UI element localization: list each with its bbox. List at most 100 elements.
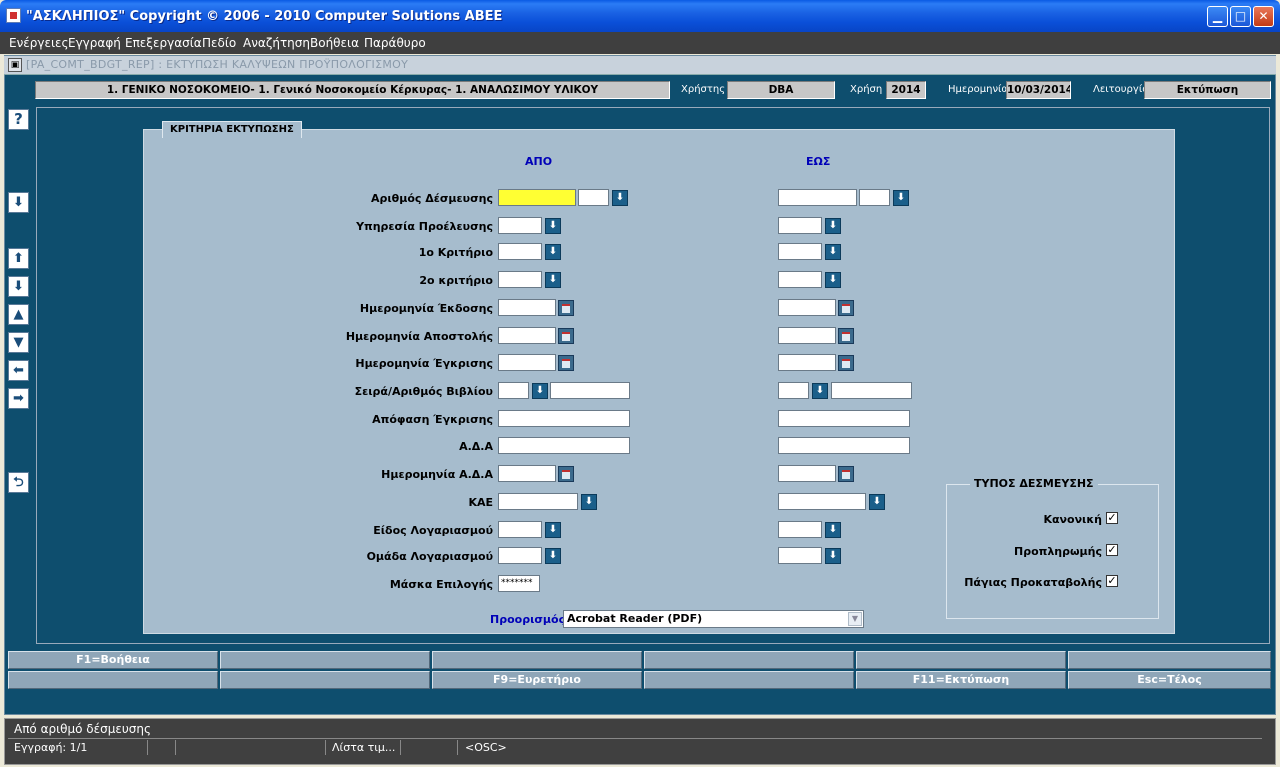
approval-decision-to-input[interactable] bbox=[778, 410, 910, 427]
fkey-slot-2-4[interactable] bbox=[644, 671, 854, 689]
commitment-no-from-lov-icon[interactable]: ⬇ bbox=[612, 190, 628, 206]
fkey-slot-1-5[interactable] bbox=[856, 651, 1066, 669]
criterion2-to-lov-icon[interactable]: ⬇ bbox=[825, 272, 841, 288]
last-record-button[interactable]: ⬇ bbox=[8, 276, 29, 297]
origin-service-from-input[interactable] bbox=[498, 217, 542, 234]
ada-from-input[interactable] bbox=[498, 437, 630, 454]
selection-mask-input[interactable]: ******* bbox=[498, 575, 540, 592]
close-button[interactable]: ✕ bbox=[1253, 6, 1274, 27]
fkey-slot-1-4[interactable] bbox=[644, 651, 854, 669]
fkey-slot-1-3[interactable] bbox=[432, 651, 642, 669]
account-group-to-input[interactable] bbox=[778, 547, 822, 564]
fkey-print-button[interactable]: F11=Εκτύπωση bbox=[856, 671, 1066, 689]
book-number-from-input[interactable] bbox=[550, 382, 630, 399]
send-date-to-input[interactable] bbox=[778, 327, 836, 344]
origin-service-to-input[interactable] bbox=[778, 217, 822, 234]
account-group-label: Ομάδα Λογαριασμού bbox=[366, 550, 493, 563]
approval-date-to-input[interactable] bbox=[778, 354, 836, 371]
destination-select[interactable]: Acrobat Reader (PDF) bbox=[563, 610, 864, 628]
issue-date-from-calendar-icon[interactable] bbox=[558, 300, 574, 316]
issue-date-from-input[interactable] bbox=[498, 299, 556, 316]
commitment-no-to-lov-icon[interactable]: ⬇ bbox=[893, 190, 909, 206]
issue-date-to-calendar-icon[interactable] bbox=[838, 300, 854, 316]
minimize-button[interactable]: ▁ bbox=[1207, 6, 1228, 27]
status-message: Από αριθμό δέσμευσης bbox=[14, 722, 152, 736]
checkbox-normal[interactable]: ✓ bbox=[1106, 512, 1118, 524]
book-series-from-input[interactable] bbox=[498, 382, 529, 399]
account-group-to-lov-icon[interactable]: ⬇ bbox=[825, 548, 841, 564]
fkey-exit-button[interactable]: Esc=Τέλος bbox=[1068, 671, 1271, 689]
ada-date-from-input[interactable] bbox=[498, 465, 556, 482]
ada-date-from-calendar-icon[interactable] bbox=[558, 466, 574, 482]
kae-to-lov-icon[interactable]: ⬇ bbox=[869, 494, 885, 510]
exit-button[interactable]: ⮌ bbox=[8, 472, 29, 493]
approval-decision-from-input[interactable] bbox=[498, 410, 630, 427]
kae-from-input[interactable] bbox=[498, 493, 578, 510]
first-record-button[interactable]: ⬆ bbox=[8, 248, 29, 269]
menu-help[interactable]: Βοήθεια bbox=[310, 36, 359, 50]
selection-mask-label: Μάσκα Επιλογής bbox=[389, 578, 493, 591]
account-type-from-input[interactable] bbox=[498, 521, 542, 538]
book-series-to-input[interactable] bbox=[778, 382, 809, 399]
fkey-help-button[interactable]: F1=Βοήθεια bbox=[8, 651, 218, 669]
menu-search[interactable]: Αναζήτηση bbox=[243, 36, 310, 50]
account-type-to-lov-icon[interactable]: ⬇ bbox=[825, 522, 841, 538]
previous-record-button[interactable]: ▲ bbox=[8, 304, 29, 325]
account-group-from-input[interactable] bbox=[498, 547, 542, 564]
menu-window[interactable]: Παράθυρο bbox=[364, 36, 426, 50]
previous-field-button[interactable]: ⬅ bbox=[8, 360, 29, 381]
maximize-button[interactable]: □ bbox=[1230, 6, 1251, 27]
lov-down-button[interactable]: ⬇ bbox=[8, 192, 29, 213]
issue-date-to-input[interactable] bbox=[778, 299, 836, 316]
next-record-button[interactable]: ▼ bbox=[8, 332, 29, 353]
checkbox-fixed-advance[interactable]: ✓ bbox=[1106, 575, 1118, 587]
fkey-slot-2-2[interactable] bbox=[220, 671, 430, 689]
commitment-no-to-suffix-input[interactable] bbox=[859, 189, 890, 206]
criterion1-from-input[interactable] bbox=[498, 243, 542, 260]
destination-dropdown-icon[interactable]: ▼ bbox=[848, 612, 862, 626]
fkey-index-button[interactable]: F9=Ευρετήριο bbox=[432, 671, 642, 689]
ada-to-input[interactable] bbox=[778, 437, 910, 454]
ada-date-to-calendar-icon[interactable] bbox=[838, 466, 854, 482]
criterion2-from-lov-icon[interactable]: ⬇ bbox=[545, 272, 561, 288]
form-icon: ▣ bbox=[8, 58, 22, 72]
criterion1-to-input[interactable] bbox=[778, 243, 822, 260]
origin-service-from-lov-icon[interactable]: ⬇ bbox=[545, 218, 561, 234]
ada-date-to-input[interactable] bbox=[778, 465, 836, 482]
account-group-from-lov-icon[interactable]: ⬇ bbox=[545, 548, 561, 564]
approval-date-to-calendar-icon[interactable] bbox=[838, 355, 854, 371]
approval-date-from-calendar-icon[interactable] bbox=[558, 355, 574, 371]
origin-service-to-lov-icon[interactable]: ⬇ bbox=[825, 218, 841, 234]
send-date-from-calendar-icon[interactable] bbox=[558, 328, 574, 344]
fkey-slot-1-2[interactable] bbox=[220, 651, 430, 669]
approval-date-from-input[interactable] bbox=[498, 354, 556, 371]
book-number-to-input[interactable] bbox=[831, 382, 912, 399]
send-date-to-calendar-icon[interactable] bbox=[838, 328, 854, 344]
status-separator bbox=[147, 740, 148, 755]
criterion2-from-input[interactable] bbox=[498, 271, 542, 288]
account-type-from-lov-icon[interactable]: ⬇ bbox=[545, 522, 561, 538]
book-series-to-lov-icon[interactable]: ⬇ bbox=[812, 383, 828, 399]
menu-actions[interactable]: Ενέργειες bbox=[9, 36, 69, 50]
account-type-to-input[interactable] bbox=[778, 521, 822, 538]
send-date-from-input[interactable] bbox=[498, 327, 556, 344]
criterion1-to-lov-icon[interactable]: ⬇ bbox=[825, 244, 841, 260]
book-series-from-lov-icon[interactable]: ⬇ bbox=[532, 383, 548, 399]
criterion1-from-lov-icon[interactable]: ⬇ bbox=[545, 244, 561, 260]
menu-edit[interactable]: Επεξεργασία bbox=[125, 36, 202, 50]
commitment-no-from-suffix-input[interactable] bbox=[578, 189, 609, 206]
kae-to-input[interactable] bbox=[778, 493, 866, 510]
fkey-slot-1-6[interactable] bbox=[1068, 651, 1271, 669]
panel-title: ΚΡΙΤΗΡΙΑ ΕΚΤΥΠΩΣΗΣ bbox=[162, 121, 302, 138]
commitment-no-from-input[interactable] bbox=[498, 189, 576, 206]
menu-record[interactable]: Εγγραφή bbox=[68, 36, 121, 50]
checkbox-prepayment[interactable]: ✓ bbox=[1106, 544, 1118, 556]
help-button[interactable]: ? bbox=[8, 109, 29, 130]
menu-field[interactable]: Πεδίο bbox=[202, 36, 236, 50]
kae-from-lov-icon[interactable]: ⬇ bbox=[581, 494, 597, 510]
next-field-button[interactable]: ➡ bbox=[8, 388, 29, 409]
fkey-slot-2-1[interactable] bbox=[8, 671, 218, 689]
commitment-no-to-input[interactable] bbox=[778, 189, 857, 206]
criterion2-label: 2ο κριτήριο bbox=[419, 274, 493, 287]
criterion2-to-input[interactable] bbox=[778, 271, 822, 288]
